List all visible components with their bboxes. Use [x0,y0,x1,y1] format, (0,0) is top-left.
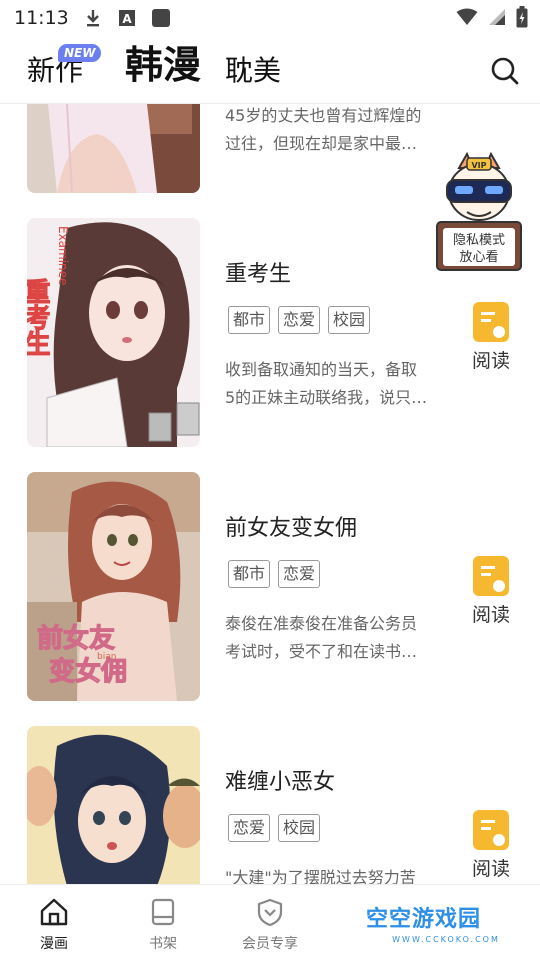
comic-description-line: 收到备取通知的当天，备取 [225,360,418,379]
comic-tags: 都市 恋爱 [228,560,321,588]
member-shield-icon [257,898,283,927]
comic-description-line: 5的正妹主动联络我，说只… [225,388,428,407]
nav-member-exclusive[interactable]: 会员专享 [225,897,315,953]
vip-mascot-icon: VIP 隐私模式 放心看 [436,151,522,271]
tag: 都市 [228,560,271,588]
vip-badge-text: VIP [471,161,486,170]
list-item[interactable]: 难缠小恶女 恋爱 校园 "大建"为了摆脱过去努力苦 阅读 [0,726,540,884]
comic-title[interactable]: 前女友变女佣 [225,510,357,542]
watermark-text: 空空游戏园 [366,907,482,932]
comic-description-line: 泰俊在准泰俊在准备公务员 [225,614,418,633]
tag: 恋爱 [228,814,271,842]
home-icon [40,898,68,926]
wifi-icon [456,8,478,25]
site-watermark: 空空游戏园 WWW.CCKOKO.COM [366,901,526,949]
status-time: 11:13 [14,7,69,29]
comic-description-line: 考试时，受不了和在读书… [225,642,418,661]
read-label: 阅读 [471,858,510,880]
book-read-icon [473,556,509,596]
comic-description-line: "大建"为了摆脱过去努力苦 [225,868,416,884]
comic-cover[interactable]: 重考生 Examinee [27,218,200,447]
cover-illustration [27,726,200,884]
nav-label: 会员专享 [242,936,298,952]
read-button[interactable]: 阅读 [468,302,514,373]
battery-icon [516,6,528,28]
comic-tags: 恋爱 校园 [228,814,321,842]
nav-comics[interactable]: 漫画 [9,897,99,953]
tab-bl[interactable]: 耽美 [225,49,281,89]
nav-label: 漫画 [40,936,68,952]
vip-caption-line: 隐私模式 [453,233,505,248]
nav-label: 书架 [149,936,177,952]
signal-icon [489,9,505,25]
list-item[interactable]: 前女友 变女佣 bian 前女友变女佣 都市 恋爱 泰俊在准泰俊在准备公务员 考… [0,472,540,702]
bottom-nav: 漫画 书架 会员专享 空空游戏园 WWW.CCKOKO.COM [0,884,540,960]
status-bar: 11:13 A [0,0,540,36]
cover-title-text: 重考生 [27,278,50,356]
download-icon [86,10,99,27]
comic-title[interactable]: 难缠小恶女 [225,764,335,796]
tag: 校园 [328,306,371,334]
privacy-mode-float-button[interactable]: VIP 隐私模式 放心看 [433,150,525,272]
comic-description-line: 过往，但现在却是家中最… [225,134,418,153]
search-icon[interactable] [490,56,520,86]
comic-cover[interactable] [27,726,200,884]
comic-cover[interactable] [27,104,200,193]
tag: 恋爱 [278,560,321,588]
comic-title[interactable]: 重考生 [225,256,291,288]
new-badge: NEW [58,44,102,62]
comic-cover[interactable]: 前女友 变女佣 bian [27,472,200,701]
comic-description-line: 45岁的丈夫也曾有过辉煌的 [225,106,422,125]
font-a-icon: A [118,10,135,26]
watermark-url: WWW.CCKOKO.COM [392,935,500,944]
cover-subtitle-text: Examinee [56,226,70,285]
tag: 校园 [278,814,321,842]
top-tab-bar: 新作 NEW 韩漫 耽美 [0,36,540,104]
cover-subtitle-text: bian [97,652,116,662]
book-read-icon [473,302,509,342]
tag: 恋爱 [278,306,321,334]
app-square-icon [151,9,170,27]
bookshelf-icon [151,898,175,926]
cover-illustration: 重考生 Examinee [27,218,200,447]
svg-text:A: A [122,12,132,26]
read-label: 阅读 [471,350,510,372]
read-button[interactable]: 阅读 [468,810,514,881]
vip-caption-line: 放心看 [459,249,498,265]
cover-title-text: 前女友 [37,623,115,654]
tab-korean-comics[interactable]: 韩漫 [125,34,201,89]
book-read-icon [473,810,509,850]
read-label: 阅读 [471,604,510,626]
cover-illustration [27,104,200,193]
read-button[interactable]: 阅读 [468,556,514,627]
tag: 都市 [228,306,271,334]
nav-bookshelf[interactable]: 书架 [118,897,208,953]
comic-tags: 都市 恋爱 校园 [228,306,371,334]
cover-illustration: 前女友 变女佣 bian [27,472,200,701]
